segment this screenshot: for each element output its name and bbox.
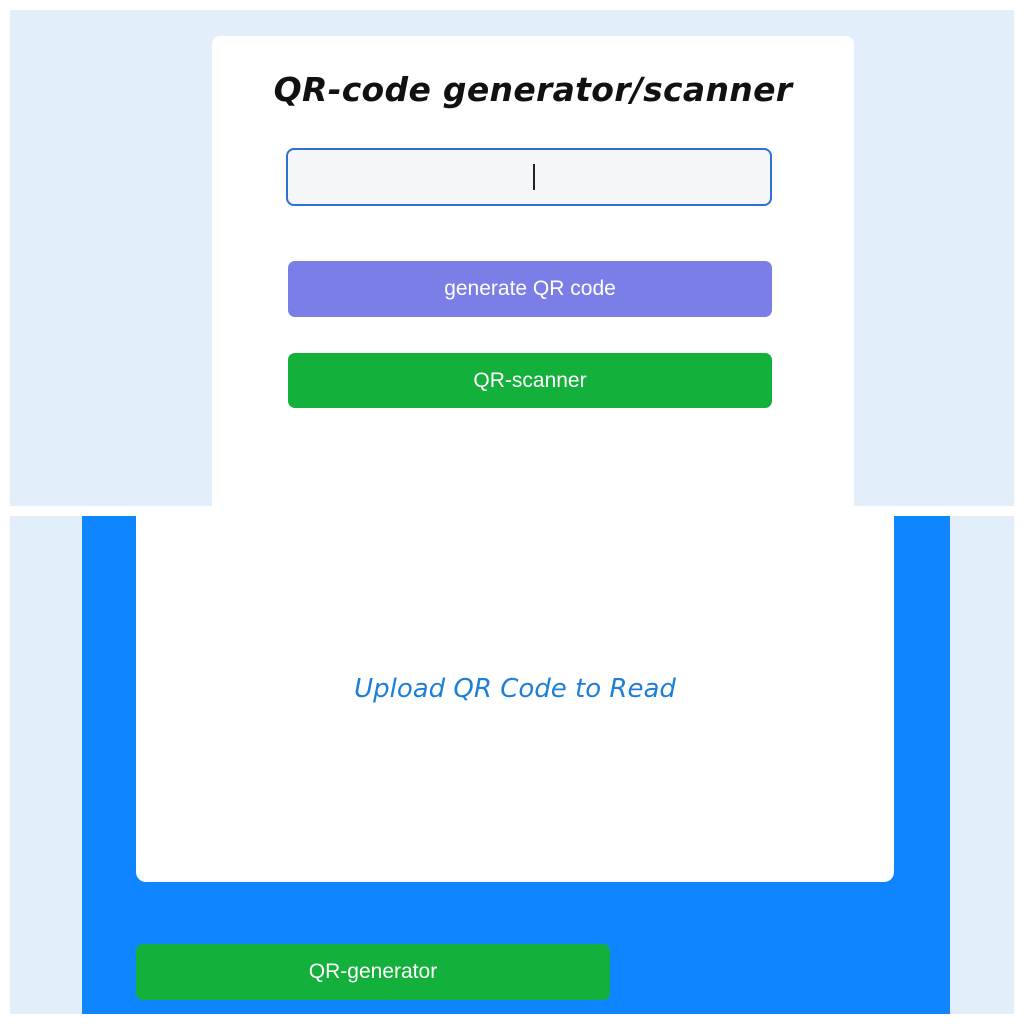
text-cursor xyxy=(533,164,535,190)
scanner-container: Upload QR Code to Read QR-generator xyxy=(82,516,950,1014)
scanner-view: Upload QR Code to Read QR-generator xyxy=(10,516,1014,1014)
upload-label: Upload QR Code to Read xyxy=(354,674,676,704)
screenshot-collage: QR-code generator/scanner generate QR co… xyxy=(0,0,1024,1024)
generator-card: QR-code generator/scanner generate QR co… xyxy=(212,36,854,506)
qr-scanner-button[interactable]: QR-scanner xyxy=(288,353,772,408)
generate-qr-button[interactable]: generate QR code xyxy=(288,261,772,317)
qr-generator-button[interactable]: QR-generator xyxy=(136,944,610,1000)
generator-view: QR-code generator/scanner generate QR co… xyxy=(10,10,1014,506)
page-title: QR-code generator/scanner xyxy=(273,70,793,109)
qr-text-input[interactable] xyxy=(286,148,772,206)
upload-drop-area[interactable]: Upload QR Code to Read xyxy=(136,516,894,882)
